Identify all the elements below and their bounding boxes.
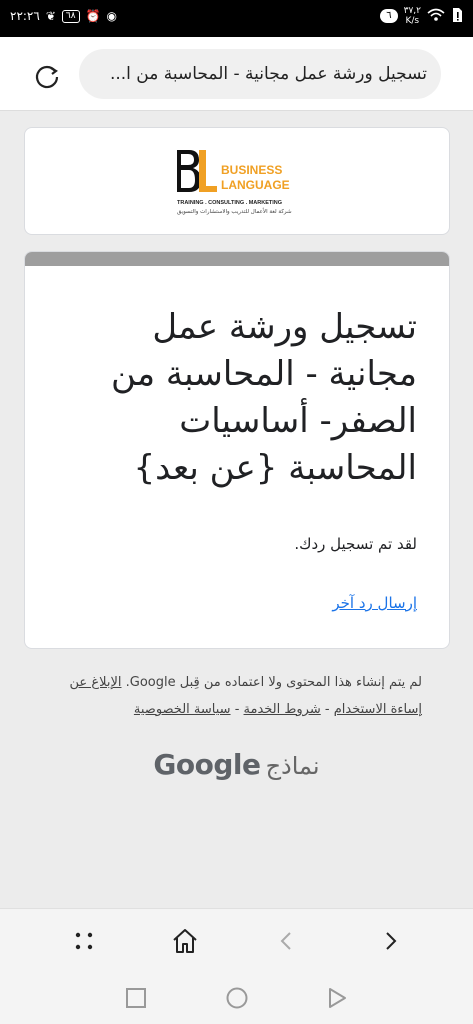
chevron-left-icon [280,932,291,950]
clock-time: ٢٢:٢٦ [10,9,40,23]
speed-unit: K/s [405,16,420,26]
status-right: ٦ ٣٧,٢ K/s [380,6,463,26]
forms-word: نماذج [265,752,320,780]
alarm-icon: ⏰ [85,9,101,23]
terms-link[interactable]: شروط الخدمة [244,702,321,717]
back-triangle-icon[interactable] [325,986,349,1010]
browser-toolbar [0,908,473,972]
network-speed: ٣٧,٢ K/s [404,6,421,26]
recents-icon[interactable] [124,986,148,1010]
forward-button[interactable] [374,925,406,957]
status-left: ٢٢:٢٦ ❦ ٦٨ ⏰ ◉ [10,9,117,23]
system-nav-bar [0,972,473,1024]
url-field[interactable]: تسجيل ورشة عمل مجانية - المحاسبة من ا... [79,49,441,99]
header-image-card: BUSINESS LANGUAGE TRAINING . CONSULTING … [24,127,450,235]
wifi-icon [427,8,445,25]
url-text: تسجيل ورشة عمل مجانية - المحاسبة من ا... [109,64,427,84]
google-forms-brand[interactable]: نماذج Google [0,748,473,781]
home-circle-icon[interactable] [225,986,249,1010]
logo-tagline: TRAINING . CONSULTING . MARKETING [177,200,282,206]
home-icon [173,929,197,953]
sim-alert-icon [451,7,463,26]
back-button[interactable] [271,925,303,957]
form-title: تسجيل ورشة عمل مجانية - المحاسبة من الصف… [111,307,417,488]
google-disclaimer: لم يتم إنشاء هذا المحتوى ولا اعتماده من … [40,669,422,723]
form-confirmation-card: تسجيل ورشة عمل مجانية - المحاسبة من الصف… [24,251,450,649]
confirmation-message: لقد تم تسجيل ردك. [294,535,417,553]
menu-dots-button[interactable] [68,925,100,957]
logo-tagline-ar: شركة لغة الأعمال للتدريب والاستشارات وال… [177,207,292,215]
speed-value: ٣٧,٢ [403,6,421,16]
reload-icon[interactable] [32,62,62,92]
google-word: Google [153,748,261,781]
menu-dots-icon [75,932,93,950]
chevron-right-icon [386,932,397,950]
logo-line2: LANGUAGE [221,178,290,192]
submit-another-response-link[interactable]: إرسال رد آخر [332,594,417,612]
separator: - [324,702,330,717]
card-accent-band [25,252,449,266]
disclaimer-text: لم يتم إنشاء هذا المحتوى ولا اعتماده من … [125,675,422,690]
eye-icon: ◉ [106,9,117,23]
leaf-icon: ❦ [45,9,56,23]
business-language-logo: BUSINESS LANGUAGE TRAINING . CONSULTING … [177,150,292,215]
separator: - [234,702,240,717]
status-bar: ٢٢:٢٦ ❦ ٦٨ ⏰ ◉ ٦ ٣٧,٢ K/s [0,0,473,37]
logo-line1: BUSINESS [221,163,282,177]
battery-icon: ٦٨ [61,9,80,23]
notification-badge: ٦ [380,9,398,23]
home-button[interactable] [169,925,201,957]
privacy-link[interactable]: سياسة الخصوصية [134,702,231,717]
browser-address-bar: تسجيل ورشة عمل مجانية - المحاسبة من ا... [0,37,473,111]
